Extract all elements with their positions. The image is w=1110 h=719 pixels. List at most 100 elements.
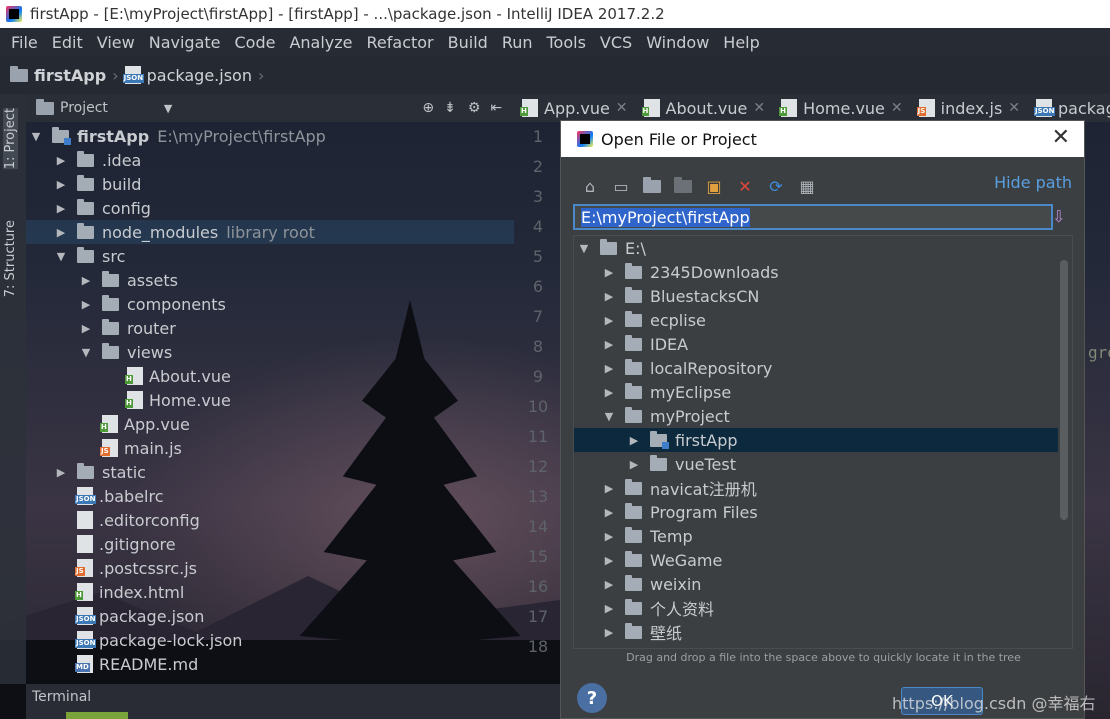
directory-row[interactable]: ▶ Temp (574, 524, 1058, 548)
scrollbar[interactable] (1060, 260, 1068, 520)
menu-code[interactable]: Code (228, 33, 283, 52)
tree-root[interactable]: ▼ firstApp E:\myProject\firstApp (30, 124, 326, 148)
tree-folder-row[interactable]: ▼ src (55, 244, 125, 268)
delete-icon[interactable]: ✕ (734, 176, 756, 196)
editor-tab[interactable]: JSONpackage. (1028, 94, 1110, 122)
module-folder-icon[interactable] (672, 176, 694, 196)
expand-arrow-icon[interactable]: ▶ (603, 578, 615, 591)
directory-row[interactable]: ▶ 个人资料 (574, 596, 1058, 620)
directory-row[interactable]: ▶ WeGame (574, 548, 1058, 572)
drive-row[interactable]: ▼ E:\ (574, 236, 1058, 260)
expand-arrow-icon[interactable]: ▶ (80, 322, 92, 335)
menu-build[interactable]: Build (441, 33, 495, 52)
tree-file-row[interactable]: JS main.js (80, 436, 182, 460)
expand-arrow-icon[interactable]: ▶ (80, 274, 92, 287)
expand-arrow-icon[interactable]: ▶ (80, 298, 92, 311)
expand-arrow-icon[interactable]: ▶ (55, 154, 67, 167)
home-icon[interactable]: ⌂ (579, 176, 601, 196)
tool-tab-project[interactable]: 1: Project (3, 108, 18, 170)
directory-row[interactable]: ▼ myProject (574, 404, 1058, 428)
help-button[interactable]: ? (577, 683, 607, 713)
directory-row[interactable]: ▶ Program Files (574, 500, 1058, 524)
menu-navigate[interactable]: Navigate (142, 33, 228, 52)
menu-file[interactable]: File (4, 33, 45, 52)
menu-refactor[interactable]: Refactor (360, 33, 441, 52)
tree-folder-row[interactable]: ▶ components (80, 292, 226, 316)
tree-folder-row[interactable]: ▶ static (55, 460, 146, 484)
tree-folder-row[interactable]: ▶ router (80, 316, 176, 340)
tree-folder-row[interactable]: ▼ views (80, 340, 172, 364)
project-view-label[interactable]: Project (60, 100, 108, 116)
menu-analyze[interactable]: Analyze (282, 33, 359, 52)
directory-row[interactable]: ▶ navicat注册机 (574, 476, 1058, 500)
tree-folder-row[interactable]: ▶ assets (80, 268, 178, 292)
expand-arrow-icon[interactable]: ▶ (603, 506, 615, 519)
tree-file-row[interactable]: H App.vue (80, 412, 190, 436)
tree-folder-row[interactable]: ▶ config (55, 196, 151, 220)
close-tab-icon[interactable]: ✕ (753, 100, 765, 116)
collapse-arrow-icon[interactable]: ▼ (55, 250, 67, 263)
editor-tab[interactable]: H Home.vue ✕ (773, 94, 911, 122)
tree-file-row[interactable]: H Home.vue (105, 388, 231, 412)
path-input[interactable]: E:\myProject\firstApp (573, 204, 1053, 230)
editor-tab[interactable]: H About.vue ✕ (636, 94, 774, 122)
expand-arrow-icon[interactable]: ▶ (55, 226, 67, 239)
directory-row[interactable]: ▶ vueTest (574, 452, 1058, 476)
breadcrumb-file[interactable]: package.json (147, 66, 252, 85)
expand-arrow-icon[interactable]: ▶ (603, 530, 615, 543)
gear-icon[interactable]: ⚙ (468, 100, 481, 116)
menu-window[interactable]: Window (639, 33, 716, 52)
tree-folder-row[interactable]: ▶ .idea (55, 148, 141, 172)
menu-help[interactable]: Help (716, 33, 766, 52)
directory-row[interactable]: ▶ localRepository (574, 356, 1058, 380)
expand-arrow-icon[interactable]: ▶ (55, 178, 67, 191)
collapse-all-icon[interactable]: ⇟ (444, 100, 456, 116)
editor-tab[interactable]: JS index.js ✕ (911, 94, 1028, 122)
expand-arrow-icon[interactable]: ▶ (603, 338, 615, 351)
directory-row[interactable]: ▶ myEclipse (574, 380, 1058, 404)
expand-arrow-icon[interactable]: ▶ (603, 602, 615, 615)
new-folder-icon[interactable]: ▣ (703, 176, 725, 196)
directory-row[interactable]: ▶ weixin (574, 572, 1058, 596)
download-icon[interactable]: ⇩ (1052, 207, 1070, 227)
expand-arrow-icon[interactable]: ▶ (603, 290, 615, 303)
tree-file-row[interactable]: .editorconfig (55, 508, 200, 532)
directory-row[interactable]: ▶ ecplise (574, 308, 1058, 332)
hide-path-link[interactable]: Hide path (994, 173, 1072, 192)
menu-vcs[interactable]: VCS (593, 33, 639, 52)
breadcrumb-project[interactable]: firstApp (34, 66, 106, 85)
collapse-arrow-icon[interactable]: ▼ (578, 242, 590, 255)
directory-row[interactable]: ▶ 2345Downloads (574, 260, 1058, 284)
editor-tab[interactable]: H App.vue ✕ (514, 94, 636, 122)
expand-arrow-icon[interactable]: ▶ (603, 362, 615, 375)
expand-arrow-icon[interactable]: ▶ (603, 482, 615, 495)
close-tab-icon[interactable]: ✕ (1008, 100, 1020, 116)
menu-edit[interactable]: Edit (45, 33, 90, 52)
expand-arrow-icon[interactable]: ▶ (55, 466, 67, 479)
tree-file-row[interactable]: JS .postcssrc.js (55, 556, 197, 580)
expand-arrow-icon[interactable]: ▶ (55, 202, 67, 215)
collapse-arrow-icon[interactable]: ▼ (80, 346, 92, 359)
close-icon[interactable]: ✕ (1052, 125, 1070, 150)
tree-file-row[interactable]: H About.vue (105, 364, 231, 388)
tree-file-row[interactable]: JSON package-lock.json (55, 628, 242, 652)
menu-tools[interactable]: Tools (540, 33, 593, 52)
refresh-icon[interactable]: ⟳ (765, 176, 787, 196)
directory-row[interactable]: ▶ firstApp (574, 428, 1058, 452)
expand-arrow-icon[interactable]: ▶ (603, 554, 615, 567)
expand-arrow-icon[interactable]: ▼ (30, 130, 42, 143)
close-tab-icon[interactable]: ✕ (616, 100, 628, 116)
expand-arrow-icon[interactable]: ▶ (628, 434, 640, 447)
tree-file-row[interactable]: .gitignore (55, 532, 176, 556)
show-hidden-icon[interactable]: ▦ (796, 176, 818, 196)
tool-tab-structure[interactable]: 7: Structure (3, 220, 18, 297)
collapse-arrow-icon[interactable]: ▼ (603, 410, 615, 423)
directory-row[interactable]: ▶ IDEA (574, 332, 1058, 356)
menu-run[interactable]: Run (495, 33, 540, 52)
expand-arrow-icon[interactable]: ▶ (603, 626, 615, 639)
directory-row[interactable]: ▶ BluestacksCN (574, 284, 1058, 308)
close-tab-icon[interactable]: ✕ (891, 100, 903, 116)
desktop-icon[interactable]: ▭ (610, 176, 632, 196)
tree-file-row[interactable]: JSON .babelrc (55, 484, 164, 508)
expand-arrow-icon[interactable]: ▶ (603, 386, 615, 399)
